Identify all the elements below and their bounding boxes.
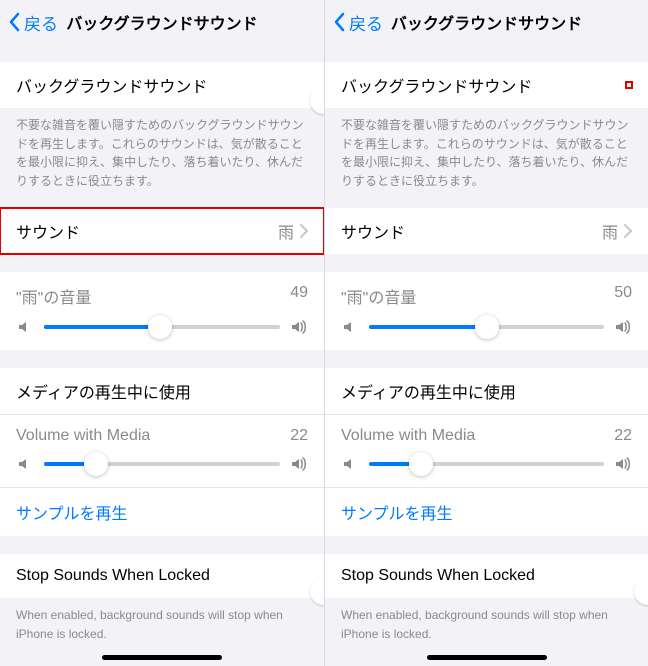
volume-head: "雨"の音量 50 (341, 284, 632, 308)
media-vol-slider[interactable] (369, 462, 604, 466)
sound-value-wrap: 雨 (602, 219, 632, 243)
sound-value-wrap: 雨 (278, 219, 308, 243)
stop-row[interactable]: Stop Sounds When Locked (0, 554, 324, 598)
back-label: 戻る (349, 10, 383, 35)
sound-row[interactable]: サウンド 雨 (325, 208, 648, 254)
stop-desc: When enabled, background sounds will sto… (325, 598, 648, 643)
volume-label: "雨"の音量 (16, 284, 91, 308)
volume-value: 49 (290, 284, 308, 308)
navbar: 戻る バックグラウンドサウンド (325, 0, 648, 44)
stop-desc: When enabled, background sounds will sto… (0, 598, 324, 643)
chevron-left-icon (333, 12, 345, 32)
group-bg: バックグラウンドサウンド 不要な雑音を覆い隠すためのバックグラウンドサウンドを再… (0, 62, 324, 190)
back-button[interactable]: 戻る (333, 0, 383, 44)
back-label: 戻る (24, 10, 58, 35)
media-vol-slider[interactable] (44, 462, 280, 466)
media-row[interactable]: メディアの再生中に使用 (0, 368, 324, 414)
bg-sounds-label: バックグラウンドサウンド (16, 73, 207, 97)
home-indicator (102, 655, 222, 660)
sound-label: サウンド (341, 219, 405, 243)
media-vol-head: Volume with Media 22 (16, 427, 308, 445)
speaker-low-icon (16, 318, 34, 336)
bg-sounds-row[interactable]: バックグラウンドサウンド (0, 62, 324, 108)
volume-cell: "雨"の音量 50 (325, 272, 648, 350)
media-vol-value: 22 (290, 427, 308, 445)
group-volume: "雨"の音量 49 (0, 272, 324, 350)
media-row[interactable]: メディアの再生中に使用 (325, 368, 648, 414)
page-title: バックグラウンドサウンド (391, 10, 582, 34)
back-button[interactable]: 戻る (8, 0, 58, 44)
group-bg: バックグラウンドサウンド 不要な雑音を覆い隠すためのバックグラウンドサウンドを再… (325, 62, 648, 190)
right-pane: 戻る バックグラウンドサウンド バックグラウンドサウンド 不要な雑音を覆い隠すた… (324, 0, 648, 666)
volume-label: "雨"の音量 (341, 284, 416, 308)
media-vol-slider-row (341, 455, 632, 473)
volume-value: 50 (614, 284, 632, 308)
play-sample-link[interactable]: サンプルを再生 (325, 487, 648, 536)
group-media: メディアの再生中に使用 Volume with Media 22 サンプルを再生 (0, 368, 324, 536)
speaker-low-icon (341, 455, 359, 473)
group-volume: "雨"の音量 50 (325, 272, 648, 350)
stop-row[interactable]: Stop Sounds When Locked (325, 554, 648, 598)
group-sound: サウンド 雨 (0, 208, 324, 254)
chevron-right-icon (624, 224, 632, 238)
play-sample-link[interactable]: サンプルを再生 (0, 487, 324, 536)
bg-sounds-label: バックグラウンドサウンド (341, 73, 532, 97)
navbar: 戻る バックグラウンドサウンド (0, 0, 324, 44)
stop-label: Stop Sounds When Locked (16, 567, 210, 585)
home-indicator (427, 655, 547, 660)
media-vol-label: Volume with Media (341, 427, 475, 445)
volume-slider[interactable] (44, 325, 280, 329)
media-label: メディアの再生中に使用 (16, 379, 191, 403)
page-title: バックグラウンドサウンド (66, 10, 257, 34)
group-stop: Stop Sounds When Locked When enabled, ba… (0, 554, 324, 643)
chevron-right-icon (300, 224, 308, 238)
volume-slider-row (16, 318, 308, 336)
content: バックグラウンドサウンド 不要な雑音を覆い隠すためのバックグラウンドサウンドを再… (0, 44, 324, 666)
media-vol-head: Volume with Media 22 (341, 427, 632, 445)
speaker-high-icon (290, 318, 308, 336)
chevron-left-icon (8, 12, 20, 32)
media-vol-slider-row (16, 455, 308, 473)
group-stop: Stop Sounds When Locked When enabled, ba… (325, 554, 648, 643)
sound-row[interactable]: サウンド 雨 (0, 208, 324, 254)
sound-value: 雨 (278, 219, 294, 243)
speaker-low-icon (341, 318, 359, 336)
media-label: メディアの再生中に使用 (341, 379, 516, 403)
stop-label: Stop Sounds When Locked (341, 567, 535, 585)
volume-head: "雨"の音量 49 (16, 284, 308, 308)
speaker-low-icon (16, 455, 34, 473)
media-vol-cell: Volume with Media 22 (325, 414, 648, 487)
bg-desc: 不要な雑音を覆い隠すためのバックグラウンドサウンドを再生します。これらのサウンド… (0, 108, 324, 190)
media-vol-cell: Volume with Media 22 (0, 414, 324, 487)
speaker-high-icon (614, 455, 632, 473)
sound-value: 雨 (602, 219, 618, 243)
media-vol-value: 22 (614, 427, 632, 445)
volume-slider-row (341, 318, 632, 336)
volume-cell: "雨"の音量 49 (0, 272, 324, 350)
speaker-high-icon (290, 455, 308, 473)
media-vol-label: Volume with Media (16, 427, 150, 445)
bg-sounds-row[interactable]: バックグラウンドサウンド (325, 62, 648, 108)
group-media: メディアの再生中に使用 Volume with Media 22 サンプルを再生 (325, 368, 648, 536)
bg-desc: 不要な雑音を覆い隠すためのバックグラウンドサウンドを再生します。これらのサウンド… (325, 108, 648, 190)
group-sound: サウンド 雨 (325, 208, 648, 254)
content: バックグラウンドサウンド 不要な雑音を覆い隠すためのバックグラウンドサウンドを再… (325, 44, 648, 666)
sound-label: サウンド (16, 219, 80, 243)
left-pane: 戻る バックグラウンドサウンド バックグラウンドサウンド 不要な雑音を覆い隠すた… (0, 0, 324, 666)
bg-switch-wrap (626, 82, 632, 88)
speaker-high-icon (614, 318, 632, 336)
volume-slider[interactable] (369, 325, 604, 329)
